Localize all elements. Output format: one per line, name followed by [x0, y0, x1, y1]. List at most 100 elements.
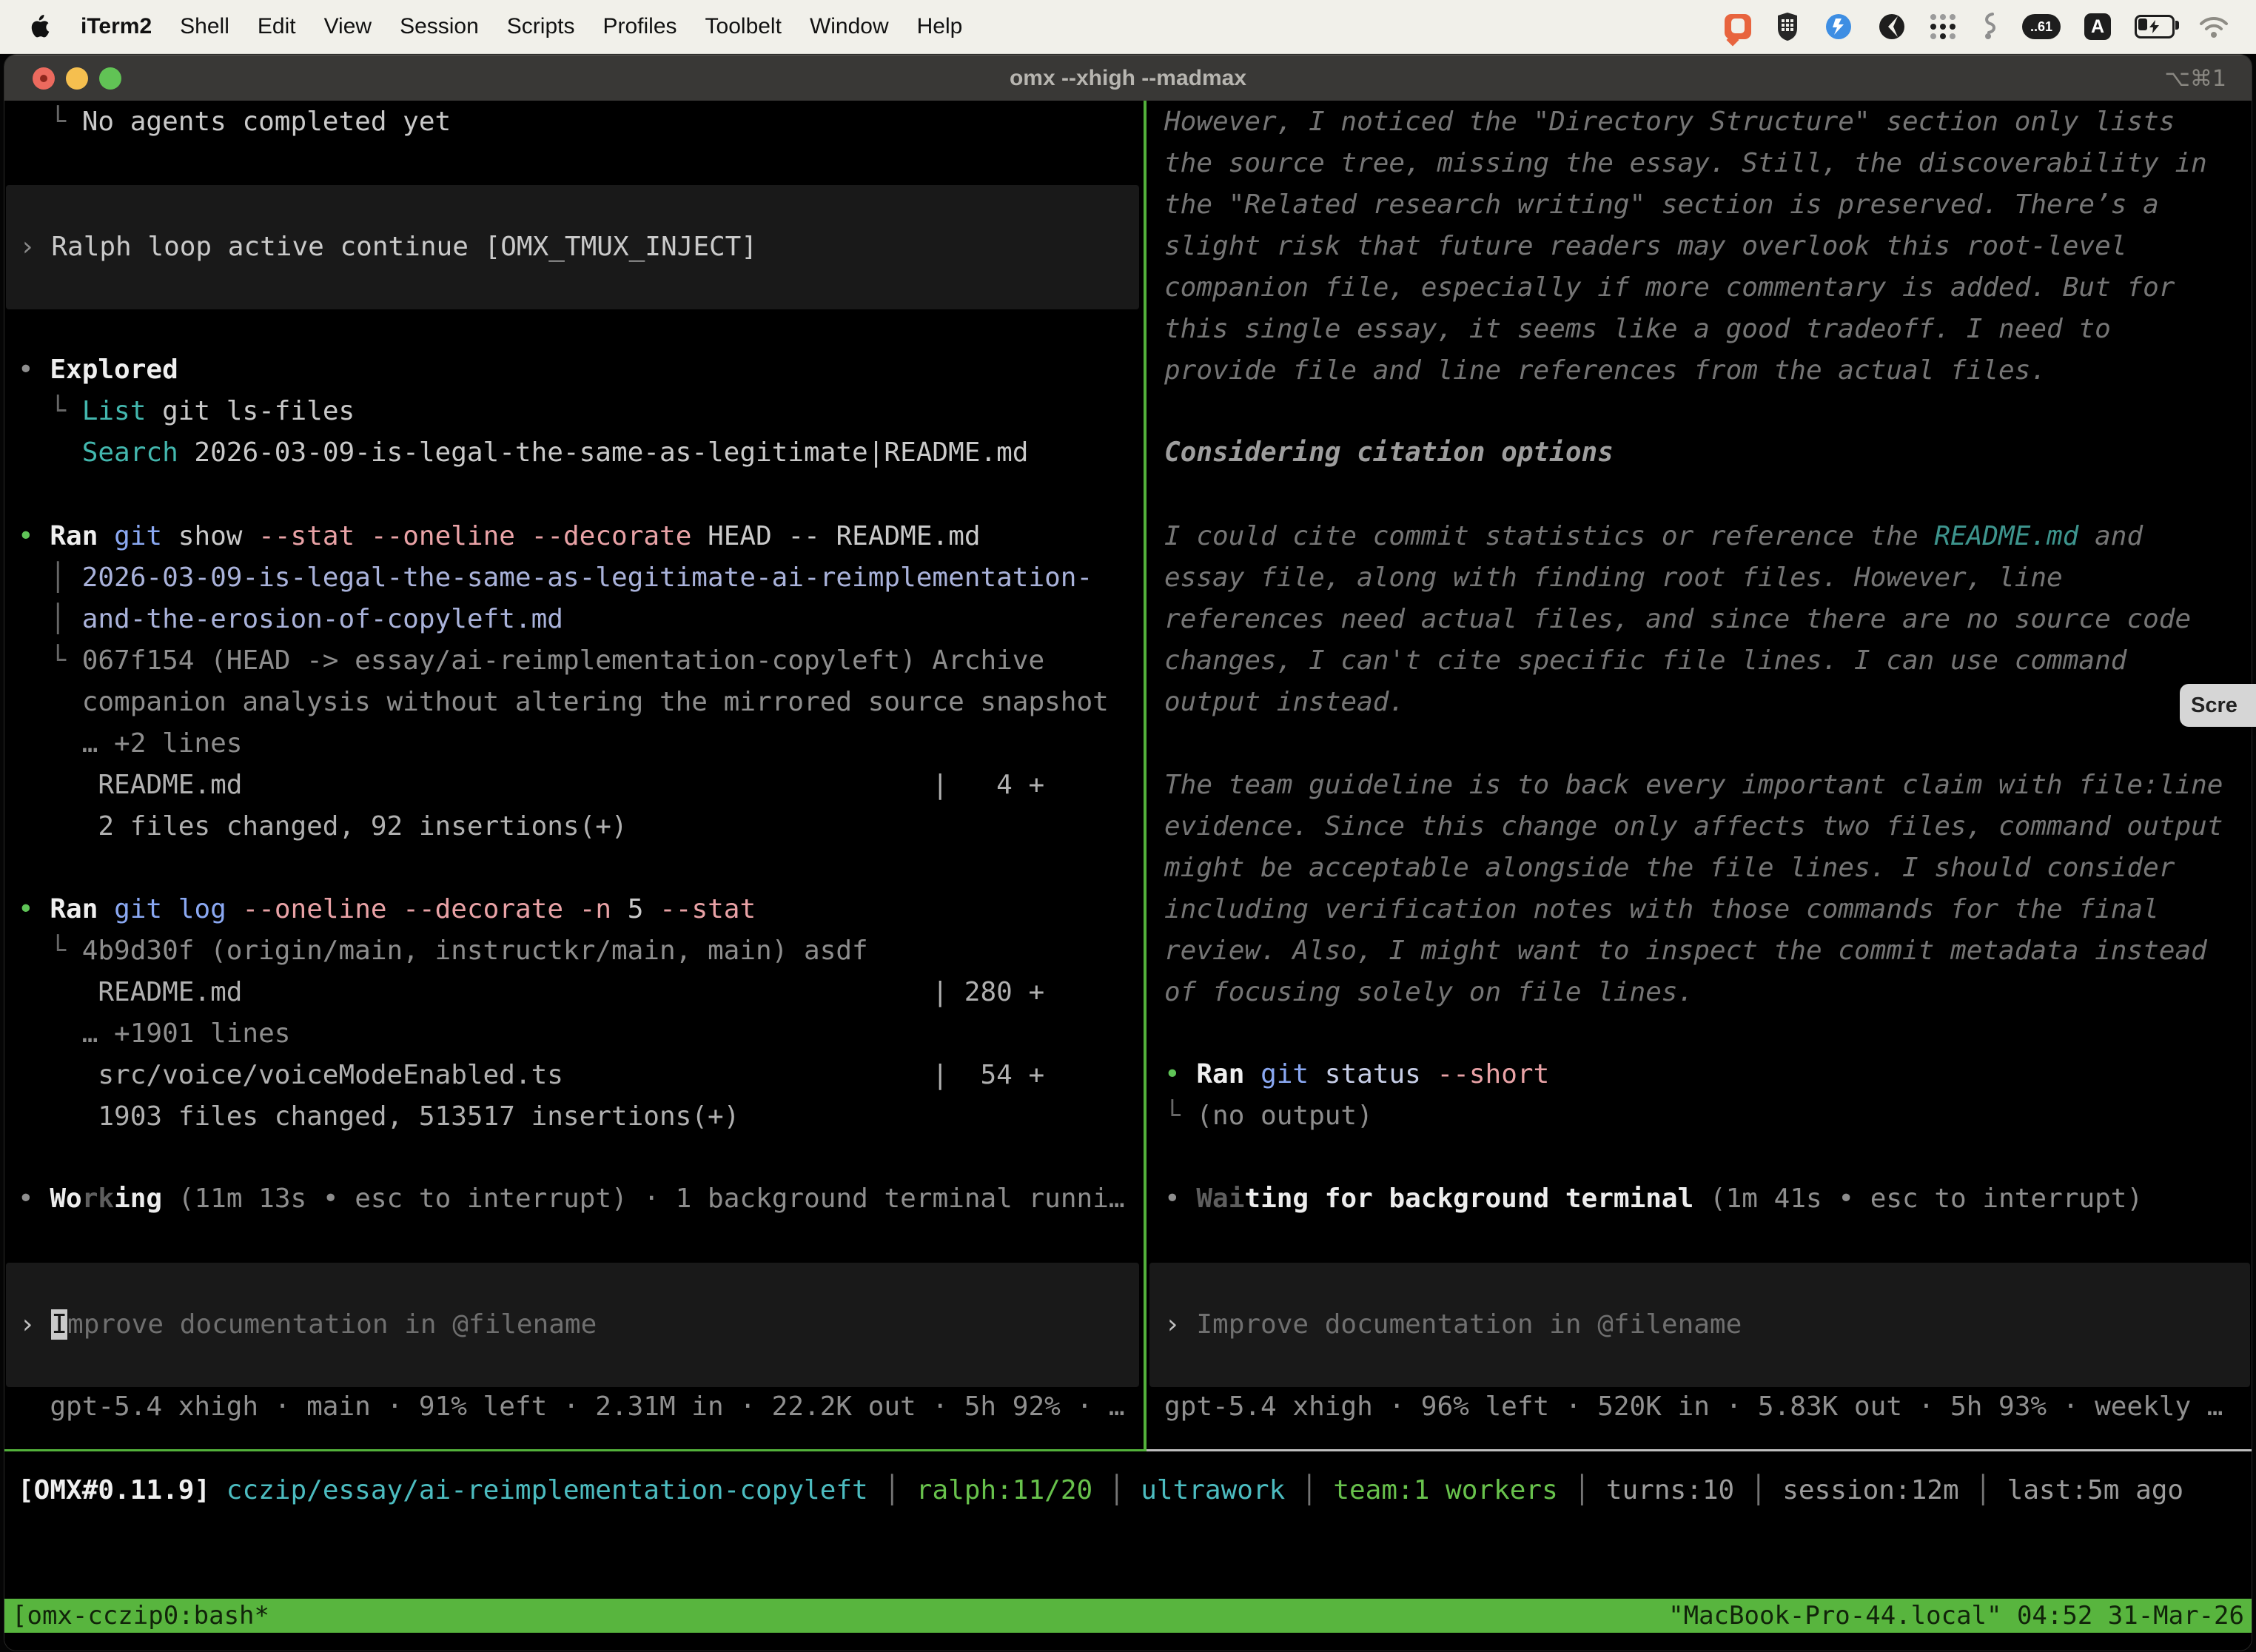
terminal-line: src/voice/voiceModeEnabled.ts | 54 +	[4, 1055, 1144, 1096]
terminal-line: └ 4b9d30f (origin/main, instructkr/main,…	[4, 930, 1144, 972]
terminal-line: references need actual files, and since …	[1149, 599, 2252, 640]
tmux-status-bar: [omx-cczip0:bash* "MacBook-Pro-44.local"…	[4, 1599, 2252, 1633]
terminal-line: • Ran git log --oneline --decorate -n 5 …	[4, 889, 1144, 930]
terminal-line: README.md | 4 +	[4, 765, 1144, 806]
terminal-line: › Improve documentation in @filename	[6, 1304, 1139, 1346]
terminal-line: might be acceptable alongside the file l…	[1149, 847, 2252, 889]
terminal-line: review. Also, I might want to inspect th…	[1149, 930, 2252, 972]
pane-divider[interactable]	[1144, 101, 1147, 1451]
squiggle-icon[interactable]	[1979, 10, 1998, 43]
terminal-line: └ List git ls-files	[4, 391, 1144, 432]
terminal-line: the "Related research writing" section i…	[1149, 184, 2252, 226]
explored-list: └ List git ls-files Search 2026-03-09-is…	[4, 391, 1144, 474]
terminal-line: this single essay, it seems like a good …	[1149, 309, 2252, 350]
battery-icon[interactable]	[2135, 10, 2175, 43]
chat-bubble-icon[interactable]	[1725, 10, 1751, 43]
terminal-line: … +2 lines	[4, 723, 1144, 765]
prompt-input[interactable]: › Improve documentation in @filename	[1149, 1263, 2250, 1387]
terminal-line: │ 2026-03-09-is-legal-the-same-as-legiti…	[4, 557, 1144, 599]
badge-61-icon[interactable]: ..61	[2022, 10, 2061, 43]
menu-item-edit[interactable]: Edit	[244, 14, 310, 38]
omx-status-line: [OMX#0.11.9] cczip/essay/ai-reimplementa…	[4, 1470, 2252, 1511]
iterm-window: omx --xhigh --madmax ⌥⌘1 └ No agents com…	[4, 55, 2252, 1651]
screenshot-chip-label: Scre	[2191, 694, 2237, 718]
terminal-line: 1903 files changed, 513517 insertions(+)	[4, 1096, 1144, 1138]
terminal-line: README.md | 280 +	[4, 972, 1144, 1013]
thinking-paragraph-3: The team guideline is to back every impo…	[1149, 765, 2252, 1013]
menu-items: iTerm2ShellEditViewSessionScriptsProfile…	[67, 14, 976, 39]
tmux-host-clock: "MacBook-Pro-44.local" 04:52 31-Mar-26	[1668, 1601, 2244, 1631]
screenshot-notification-chip[interactable]: Scre	[2180, 684, 2256, 727]
terminal-line: essay file, along with finding root file…	[1149, 557, 2252, 599]
menu-item-view[interactable]: View	[310, 14, 386, 38]
explored-header: • Explored	[4, 349, 1144, 391]
window-shortcut: ⌥⌘1	[2164, 66, 2226, 92]
terminal-line: 2 files changed, 92 insertions(+)	[4, 806, 1144, 847]
menu-item-window[interactable]: Window	[796, 14, 903, 38]
keyboard-badge-text: A	[2084, 13, 2111, 40]
command-output: └ (no output)	[1149, 1095, 2252, 1137]
terminal-line: companion analysis without altering the …	[4, 682, 1144, 723]
pane-border-left	[4, 1449, 1147, 1451]
menu-item-help[interactable]: Help	[903, 14, 977, 38]
terminal-line: evidence. Since this change only affects…	[1149, 806, 2252, 847]
terminal-line: slight risk that future readers may over…	[1149, 226, 2252, 267]
ralph-banner[interactable]: › Ralph loop active continue [OMX_TMUX_I…	[6, 185, 1139, 309]
pane-border-right	[1147, 1449, 2252, 1451]
terminal-line: companion file, especially if more comme…	[1149, 267, 2252, 309]
menu-item-iterm2[interactable]: iTerm2	[67, 14, 166, 38]
terminal-line: changes, I can't cite specific file line…	[1149, 640, 2252, 682]
tmux-pane-left[interactable]: └ No agents completed yet› Ralph loop ac…	[4, 101, 1144, 1449]
terminal-line: › Ralph loop active continue [OMX_TMUX_I…	[6, 226, 1139, 268]
blue-burst-icon[interactable]	[1824, 10, 1853, 43]
thinking-heading: Considering citation options	[1149, 432, 2252, 474]
menu-item-session[interactable]: Session	[386, 14, 493, 38]
model-status-line: gpt-5.4 xhigh · 96% left · 520K in · 5.8…	[1149, 1386, 2252, 1428]
prompt-input[interactable]: › Improve documentation in @filename	[6, 1263, 1139, 1387]
terminal-line: │ and-the-erosion-of-copyleft.md	[4, 599, 1144, 640]
dots-grid-icon[interactable]	[1930, 10, 1955, 43]
terminal-line: Considering citation options	[1149, 432, 2252, 474]
terminal-line: I could cite commit statistics or refere…	[1149, 516, 2252, 557]
menu-item-shell[interactable]: Shell	[166, 14, 244, 38]
terminal-line: output instead.	[1149, 682, 2252, 723]
keyboard-layout-a-icon[interactable]: A	[2084, 10, 2111, 43]
terminal-line: The team guideline is to back every impo…	[1149, 765, 2252, 806]
terminal-line: Search 2026-03-09-is-legal-the-same-as-l…	[4, 432, 1144, 474]
tmux-session-label: [omx-cczip0:bash*	[12, 1601, 269, 1631]
badge-61-text: ..61	[2022, 14, 2061, 39]
working-status: • Working (11m 13s • esc to interrupt) ·…	[4, 1178, 1144, 1220]
terminal: └ No agents completed yet› Ralph loop ac…	[4, 101, 2252, 1651]
tmux-pane-right[interactable]: However, I noticed the "Directory Struct…	[1149, 101, 2252, 1449]
menu-item-toolbelt[interactable]: Toolbelt	[691, 14, 796, 38]
terminal-line: the source tree, missing the essay. Stil…	[1149, 143, 2252, 184]
terminal-line: • Working (11m 13s • esc to interrupt) ·…	[4, 1178, 1144, 1220]
terminal-line: • Waiting for background terminal (1m 41…	[1149, 1178, 2252, 1220]
wifi-icon[interactable]	[2198, 10, 2229, 43]
terminal-line: • Ran git status --short	[1149, 1054, 2252, 1095]
terminal-line: • Explored	[4, 349, 1144, 391]
model-status-line: gpt-5.4 xhigh · main · 91% left · 2.31M …	[4, 1386, 1144, 1428]
terminal-line: including verification notes with those …	[1149, 889, 2252, 930]
terminal-line: gpt-5.4 xhigh · main · 91% left · 2.31M …	[4, 1386, 1144, 1428]
thinking-paragraph-1: However, I noticed the "Directory Struct…	[1149, 101, 2252, 392]
menu-item-profiles[interactable]: Profiles	[588, 14, 691, 38]
apple-logo-icon[interactable]	[22, 15, 56, 38]
terminal-line: └ (no output)	[1149, 1095, 2252, 1137]
git-log-command: • Ran git log --oneline --decorate -n 5 …	[4, 889, 1144, 1138]
terminal-line: › Improve documentation in @filename	[1149, 1304, 2250, 1346]
window-titlebar: omx --xhigh --madmax ⌥⌘1	[4, 55, 2252, 101]
contrast-circle-icon[interactable]	[1877, 10, 1907, 43]
terminal-line: gpt-5.4 xhigh · 96% left · 520K in · 5.8…	[1149, 1386, 2252, 1428]
menu-left: iTerm2ShellEditViewSessionScriptsProfile…	[0, 14, 976, 39]
menu-item-scripts[interactable]: Scripts	[493, 14, 589, 38]
menu-status-icons: ..61 A	[1725, 10, 2256, 43]
terminal-line: … +1901 lines	[4, 1013, 1144, 1055]
terminal-line: provide file and line references from th…	[1149, 350, 2252, 392]
thinking-paragraph-2: I could cite commit statistics or refere…	[1149, 516, 2252, 723]
terminal-line: • Ran git show --stat --oneline --decora…	[4, 516, 1144, 557]
menu-bar: iTerm2ShellEditViewSessionScriptsProfile…	[0, 0, 2256, 54]
shield-grid-icon[interactable]	[1775, 10, 1800, 43]
terminal-line: of focusing solely on file lines.	[1149, 972, 2252, 1013]
waiting-status: • Waiting for background terminal (1m 41…	[1149, 1178, 2252, 1220]
